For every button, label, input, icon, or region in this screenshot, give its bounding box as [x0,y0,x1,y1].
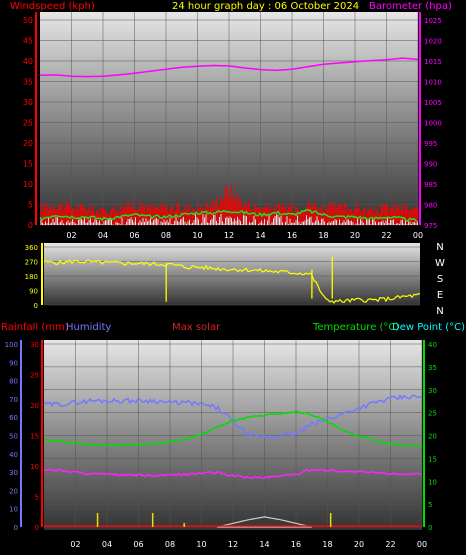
wind-x-tick: 04 [98,231,108,240]
wind-x-tick: 22 [381,231,391,240]
humidity-y-tick: 60 [9,414,18,422]
temperature-y-tick: 35 [428,364,437,372]
chart-date-title: 24 hour graph day : 06 October 2024 [172,1,359,12]
temperature-y-tick: 0 [428,524,432,532]
atm-x-tick: 22 [385,540,395,549]
barometer-y-tick: 1015 [424,58,442,66]
atm-x-tick: 10 [196,540,206,549]
direction-plot-area [44,243,420,305]
humidity-y-tick: 20 [9,487,18,495]
wind-y-tick: 40 [23,57,33,66]
humidity-y-tick: 50 [9,433,18,441]
direction-y-tick: 90 [29,288,38,296]
atm-x-tick: 08 [165,540,175,549]
wind-y-tick: 20 [23,139,33,148]
wind-x-tick: 12 [224,231,234,240]
max-solar-legend: Max solar [172,322,221,333]
barometer-y-tick: 1020 [424,38,442,46]
compass-label: S [437,274,443,285]
wind-x-tick: 00 [413,231,423,240]
wind-y-tick: 45 [23,37,33,46]
wind-x-tick: 16 [287,231,297,240]
rainfall-y-tick: 20 [30,402,39,410]
temperature-y-tick: 15 [428,455,437,463]
humidity-y-tick: 100 [5,341,18,349]
rainfall-y-tick: 15 [30,433,39,441]
wind-x-tick: 14 [255,231,265,240]
humidity-y-tick: 90 [9,359,18,367]
wind-x-tick: 18 [318,231,328,240]
atm-x-tick: 06 [133,540,143,549]
atm-x-tick: 14 [259,540,269,549]
wind-y-tick: 10 [23,180,33,189]
temperature-y-tick: 25 [428,410,437,418]
humidity-y-tick: 80 [9,378,18,386]
barometer-y-tick: 1000 [424,120,442,128]
windspeed-axis-title: Windspeed (kph) [10,1,95,12]
wind-y-tick: 30 [23,98,33,107]
direction-y-tick: 0 [34,302,38,310]
wind-x-tick: 20 [350,231,360,240]
temperature-legend: Temperature (°C) [312,322,399,333]
rainfall-y-tick: 30 [30,341,39,349]
atm-x-tick: 20 [354,540,364,549]
compass-label: N [436,306,443,317]
rainfall-y-tick: 0 [35,524,39,532]
atm-x-tick: 02 [70,540,80,549]
atm-x-tick: 04 [102,540,112,549]
humidity-y-tick: 10 [9,506,18,514]
barometer-y-tick: 995 [424,140,437,148]
atm-x-tick: 16 [291,540,301,549]
atm-x-tick: 12 [228,540,238,549]
wind-y-tick: 35 [23,78,33,87]
humidity-y-tick: 30 [9,469,18,477]
rainfall-legend: Rainfall (mm) [1,322,69,333]
direction-y-tick: 180 [25,273,38,281]
direction-y-tick: 270 [25,259,38,267]
atm-x-tick: 18 [322,540,332,549]
wind-x-tick: 02 [66,231,76,240]
rainfall-y-tick: 5 [35,494,39,502]
barometer-y-tick: 980 [424,202,437,210]
rainfall-y-tick: 25 [30,372,39,380]
weather-graphs: 0510152025303540455097598098599099510001… [1,1,465,549]
barometer-axis-title: Barometer (hpa) [369,1,452,12]
wind-y-tick: 50 [23,16,33,25]
barometer-y-tick: 985 [424,181,437,189]
wind-y-tick: 25 [23,119,33,128]
wind-x-tick: 06 [129,231,139,240]
compass-label: N [436,242,443,253]
wind-y-tick: 5 [28,201,33,210]
wind-y-tick: 0 [28,221,33,230]
barometer-y-tick: 990 [424,161,437,169]
wind-x-tick: 10 [192,231,202,240]
compass-label: W [435,258,445,269]
humidity-y-tick: 0 [14,524,18,532]
barometer-y-tick: 1010 [424,79,442,87]
temperature-y-tick: 40 [428,341,437,349]
barometer-y-tick: 975 [424,222,437,230]
temperature-y-tick: 10 [428,478,437,486]
rainfall-y-tick: 10 [30,463,39,471]
atm-x-tick: 00 [417,540,427,549]
barometer-y-tick: 1025 [424,17,442,25]
dewpoint-legend: Dew Point (°C) [392,322,465,333]
wind-x-tick: 08 [161,231,171,240]
compass-label: E [437,290,443,301]
direction-y-tick: 360 [25,244,38,252]
temperature-y-tick: 30 [428,387,437,395]
temperature-y-tick: 20 [428,433,437,441]
humidity-y-tick: 40 [9,451,18,459]
temperature-y-tick: 5 [428,501,432,509]
wind-y-tick: 15 [23,160,33,169]
barometer-y-tick: 1005 [424,99,442,107]
humidity-y-tick: 70 [9,396,18,404]
humidity-legend: Humidity [66,322,111,333]
